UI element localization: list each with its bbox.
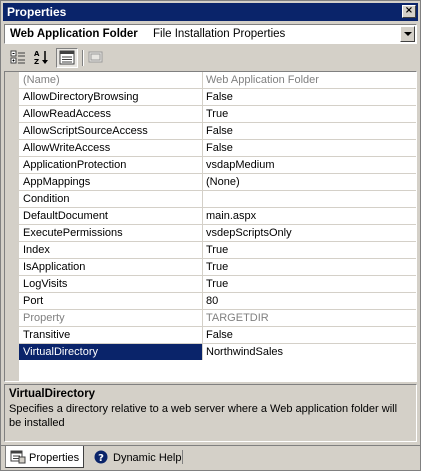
bottom-tab-strip: Properties ? Dynamic Help (1, 445, 420, 470)
property-grid-gutter (5, 72, 19, 381)
property-row[interactable]: Property TARGETDIR (19, 310, 416, 327)
property-value[interactable]: (None) (203, 174, 416, 190)
property-row[interactable]: AllowWriteAccess False (19, 140, 416, 157)
property-value[interactable]: True (203, 242, 416, 258)
property-value[interactable]: False (203, 123, 416, 139)
property-name[interactable]: Transitive (19, 327, 203, 343)
property-row[interactable]: LogVisits True (19, 276, 416, 293)
property-value: Web Application Folder (206, 74, 319, 86)
property-value[interactable]: False (203, 140, 416, 156)
properties-toolbar: A Z (4, 47, 417, 69)
property-name[interactable]: DefaultDocument (19, 208, 203, 224)
property-value[interactable]: True (203, 276, 416, 292)
property-value[interactable]: False (203, 327, 416, 343)
property-name[interactable]: Property (19, 310, 203, 326)
categorized-button[interactable] (8, 48, 30, 68)
property-name[interactable]: AllowReadAccess (19, 106, 203, 122)
property-row[interactable]: DefaultDocument main.aspx (19, 208, 416, 225)
svg-text:?: ? (98, 453, 104, 464)
property-pages-button[interactable] (86, 48, 108, 68)
tab-dynamic-help[interactable]: ? Dynamic Help (90, 446, 185, 468)
property-grid: (Name) Web Application Folder AllowDirecto… (4, 71, 417, 382)
properties-window: Properties × Web Application Folder File… (0, 0, 421, 471)
property-value[interactable]: 80 (203, 293, 416, 309)
property-row[interactable]: Index True (19, 242, 416, 259)
properties-button[interactable] (56, 48, 78, 68)
property-value[interactable]: vsdepScriptsOnly (203, 225, 416, 241)
property-name[interactable]: AllowScriptSourceAccess (19, 123, 203, 139)
property-value[interactable]: True (203, 106, 416, 122)
property-name[interactable]: ApplicationProtection (19, 157, 203, 173)
property-row[interactable]: Port 80 (19, 293, 416, 310)
property-name[interactable]: ExecutePermissions (19, 225, 203, 241)
svg-text:A: A (34, 50, 40, 58)
property-row[interactable]: ExecutePermissions vsdepScriptsOnly (19, 225, 416, 242)
property-name[interactable]: AllowWriteAccess (19, 140, 203, 156)
property-value[interactable] (203, 191, 416, 207)
object-selector-dropdown[interactable]: Web Application Folder File Installation… (4, 24, 417, 44)
dropdown-arrow-button[interactable] (400, 26, 415, 42)
property-name[interactable]: AppMappings (19, 174, 203, 190)
title-bar[interactable]: Properties × (3, 3, 418, 21)
help-icon: ? (94, 450, 108, 464)
categorized-icon (10, 50, 25, 64)
tab-separator (182, 450, 183, 464)
tab-properties[interactable]: Properties (5, 446, 85, 468)
property-grid-empty-area (19, 360, 416, 381)
alphabetical-icon: A Z (34, 50, 48, 66)
properties-icon (59, 50, 75, 65)
close-button[interactable]: × (402, 5, 416, 18)
property-value[interactable]: False (203, 89, 416, 105)
property-row[interactable]: Transitive False (19, 327, 416, 344)
property-row[interactable]: (Name) Web Application Folder (19, 72, 416, 89)
svg-text:Z: Z (34, 58, 39, 66)
property-name[interactable]: IsApplication (19, 259, 203, 275)
selected-object-name: Web Application Folder (10, 28, 138, 40)
description-text: Specifies a directory relative to a web … (9, 403, 398, 429)
property-row[interactable]: VirtualDirectory NorthwindSales (19, 344, 416, 361)
property-value: TARGETDIR (206, 312, 269, 324)
property-row[interactable]: ApplicationProtection vsdapMedium (19, 157, 416, 174)
property-row[interactable]: AllowDirectoryBrowsing False (19, 89, 416, 106)
property-name[interactable]: LogVisits (19, 276, 203, 292)
tab-properties-label: Properties (29, 452, 80, 464)
alphabetical-button[interactable]: A Z (31, 48, 53, 68)
property-pages-icon (88, 51, 103, 63)
properties-window-icon (10, 450, 26, 464)
property-value[interactable]: NorthwindSales (203, 344, 416, 360)
property-row[interactable]: Condition (19, 191, 416, 208)
property-row[interactable]: AppMappings (None) (19, 174, 416, 191)
property-row[interactable]: AllowScriptSourceAccess False (19, 123, 416, 140)
property-name[interactable]: Port (19, 293, 203, 309)
property-name[interactable]: AllowDirectoryBrowsing (19, 89, 203, 105)
tab-dynamic-help-label: Dynamic Help (113, 452, 182, 464)
toolbar-separator (82, 50, 84, 66)
property-name[interactable]: VirtualDirectory (19, 344, 203, 360)
property-name[interactable]: (Name) (19, 72, 203, 88)
property-row[interactable]: IsApplication True (19, 259, 416, 276)
description-title: VirtualDirectory (9, 388, 96, 400)
property-value[interactable]: main.aspx (203, 208, 416, 224)
property-value[interactable]: vsdapMedium (203, 157, 416, 173)
property-value[interactable]: True (203, 259, 416, 275)
property-row[interactable]: AllowReadAccess True (19, 106, 416, 123)
property-name[interactable]: Condition (19, 191, 203, 207)
window-title: Properties (7, 5, 67, 19)
close-icon: × (404, 5, 414, 16)
selected-object-type: File Installation Properties (152, 28, 286, 40)
property-name[interactable]: Index (19, 242, 203, 258)
description-pane: VirtualDirectory Specifies a directory r… (4, 384, 417, 442)
